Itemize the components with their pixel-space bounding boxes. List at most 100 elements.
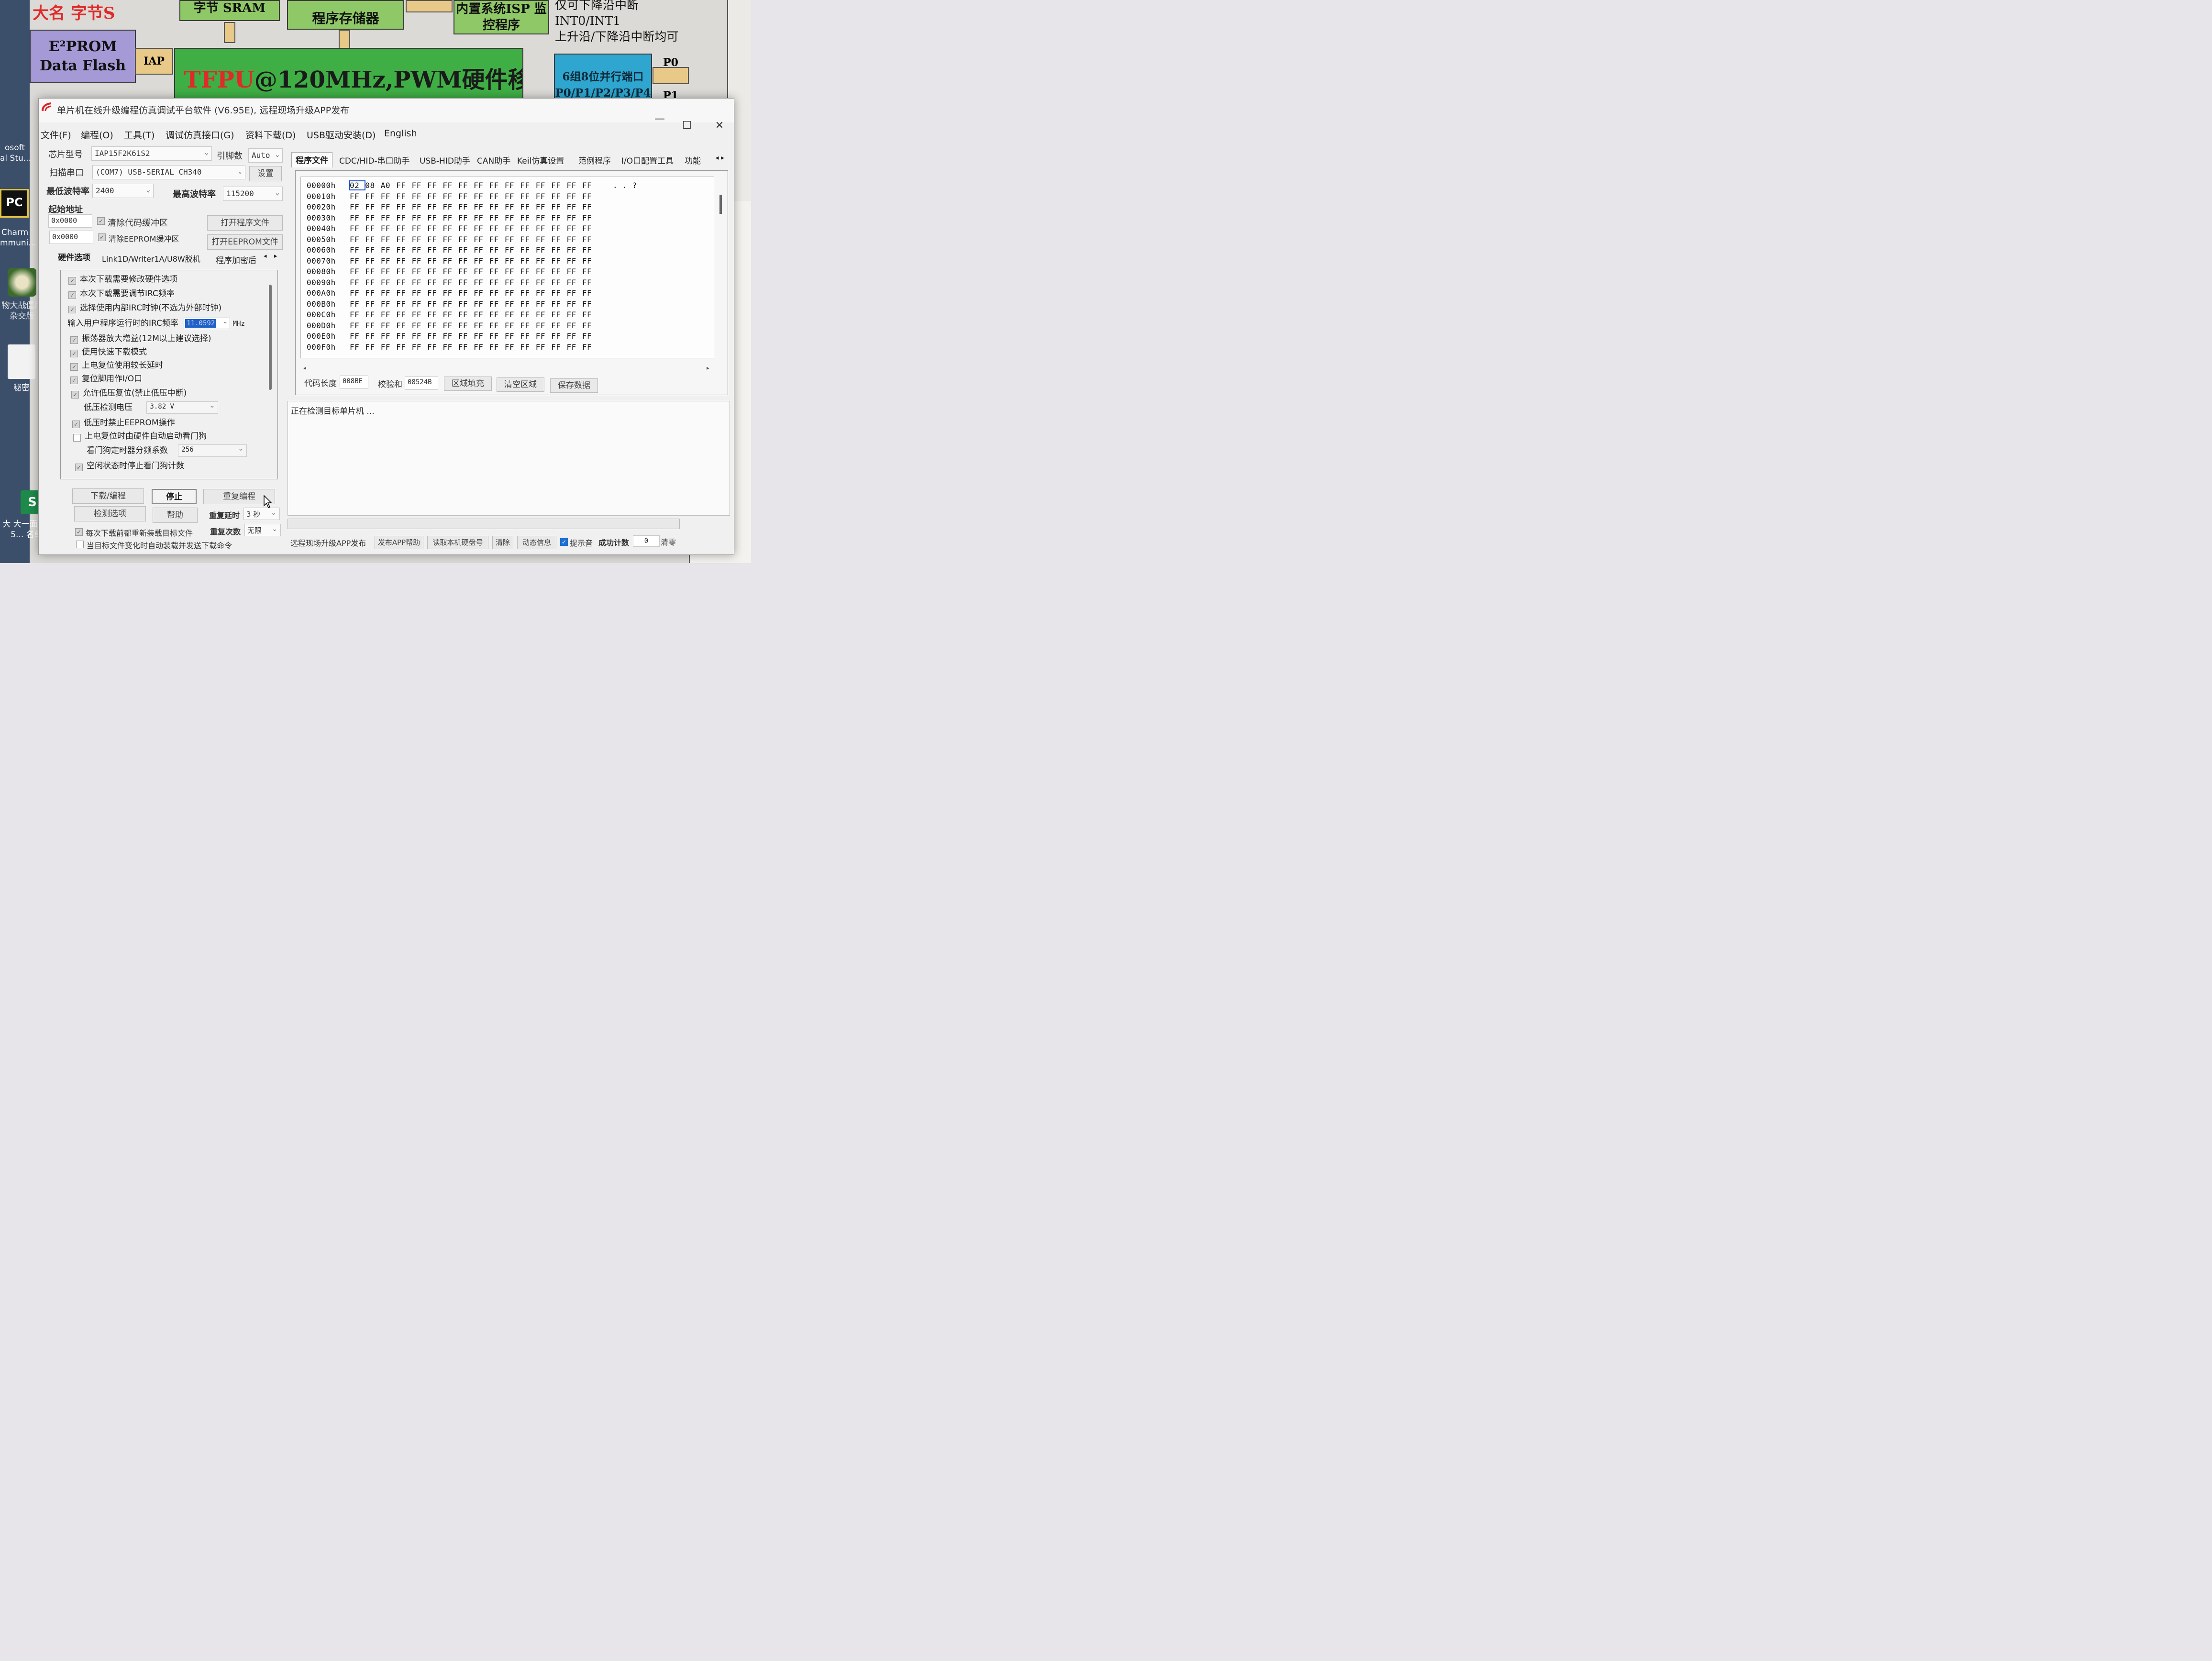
port-settings-button[interactable]: 设置 [249,166,282,181]
hex-byte[interactable]: FF [566,224,582,233]
hex-byte[interactable]: FF [536,278,551,287]
hex-byte[interactable]: FF [412,224,427,233]
hex-byte[interactable]: FF [505,245,520,255]
hex-byte[interactable]: 02 [349,180,366,190]
hex-byte[interactable]: FF [505,256,520,266]
hex-byte[interactable]: FF [350,332,365,341]
hex-editor[interactable]: 00000h 02 08 A0 FF FF FF FF FF FF FF FF FF FF FF FF FF. … [300,177,714,358]
tab-encryption[interactable]: 程序加密后 [216,254,256,266]
hex-byte[interactable]: FF [505,224,520,233]
hex-byte[interactable]: FF [489,235,505,244]
hex-byte[interactable]: FF [365,202,380,211]
hex-byte[interactable]: FF [566,213,582,222]
hex-byte[interactable]: FF [566,299,582,309]
max-baud-select[interactable]: 115200 ⌄ [223,187,283,201]
hex-byte[interactable]: FF [536,310,551,319]
menu-usb-driver[interactable]: USB驱动安装(D) [307,128,376,141]
hex-byte[interactable]: FF [474,202,489,211]
hex-byte[interactable]: FF [412,202,427,211]
hex-byte[interactable]: FF [489,245,505,255]
hex-byte[interactable]: FF [474,245,489,255]
hex-byte[interactable]: FF [396,332,411,341]
hex-byte[interactable]: FF [427,224,442,233]
hex-byte[interactable]: FF [350,278,365,287]
hex-byte[interactable]: FF [350,245,365,255]
hex-byte[interactable]: FF [520,192,535,201]
option-fast-download[interactable]: ✓ 使用快速下载模式 [70,345,147,357]
hex-byte[interactable]: FF [350,213,365,222]
hex-byte[interactable]: FF [412,213,427,222]
option-auto-watchdog[interactable]: ✓上电复位时由硬件自动启动看门狗 [73,429,207,442]
hex-byte[interactable]: FF [427,343,442,352]
hex-byte[interactable]: FF [474,181,489,190]
hex-byte[interactable]: FF [381,343,396,352]
hex-byte[interactable]: FF [474,332,489,341]
hex-byte[interactable]: FF [365,245,380,255]
hex-byte[interactable]: FF [458,235,474,244]
eeprom-address-input[interactable]: 0x0000 [49,231,93,244]
check-options-button[interactable]: 检测选项 [74,506,146,521]
hex-byte[interactable]: FF [474,278,489,287]
hex-byte[interactable]: FF [536,332,551,341]
hex-byte[interactable]: FF [458,343,474,352]
hex-byte[interactable]: FF [458,192,474,201]
hex-byte[interactable]: FF [551,213,566,222]
hex-byte[interactable]: FF [442,343,458,352]
tab-hardware-options[interactable]: 硬件选项 [58,251,90,263]
hex-byte[interactable]: FF [582,256,597,266]
hex-byte[interactable]: FF [566,202,582,211]
scroll-left-icon[interactable]: ◂ [303,365,306,371]
hex-byte[interactable]: FF [442,310,458,319]
hex-byte[interactable]: FF [458,288,474,298]
hex-byte[interactable]: FF [520,343,535,352]
hex-byte[interactable]: FF [566,278,582,287]
hex-byte[interactable]: FF [474,299,489,309]
hex-byte[interactable]: FF [505,299,520,309]
hex-byte[interactable]: FF [489,288,505,298]
hex-byte[interactable]: FF [442,224,458,233]
repeat-count-select[interactable]: 无限 ⌄ [244,524,281,536]
hex-byte[interactable]: FF [365,267,380,276]
hex-byte[interactable]: FF [442,267,458,276]
tab-scroll-right-icon[interactable]: ▸ [274,253,277,260]
open-eeprom-button[interactable]: 打开EEPROM文件 [207,234,283,250]
menu-file[interactable]: 文件(F) [41,128,71,141]
hex-byte[interactable]: FF [505,343,520,352]
option-reset-pin-io[interactable]: ✓ 复位脚用作I/O口 [70,372,142,384]
hex-byte[interactable]: FF [350,343,365,352]
hex-byte[interactable]: FF [442,288,458,298]
hex-byte[interactable]: FF [458,267,474,276]
hex-byte[interactable]: FF [458,181,474,190]
hex-byte[interactable]: FF [427,288,442,298]
hex-byte[interactable]: FF [381,256,396,266]
hex-byte[interactable]: FF [350,267,365,276]
min-baud-select[interactable]: 2400 ⌄ [92,184,154,198]
option-idle-stop-watchdog[interactable]: ✓ 空闲状态时停止看门狗计数 [75,459,184,471]
hex-byte[interactable]: FF [582,321,597,330]
tab-examples[interactable]: 范例程序 [578,154,611,166]
hex-byte[interactable]: FF [536,321,551,330]
tab-functions[interactable]: 功能 [685,154,701,166]
open-program-button[interactable]: 打开程序文件 [207,215,283,231]
tab-scroll-arrows[interactable]: ◂ ▸ [715,154,724,162]
hex-byte[interactable]: FF [458,310,474,319]
hex-byte[interactable]: FF [551,224,566,233]
hex-byte[interactable]: FF [396,245,411,255]
hex-byte[interactable]: FF [520,181,535,190]
checkbox[interactable]: ✓ [70,336,78,344]
hex-byte[interactable]: FF [489,213,505,222]
hex-byte[interactable]: FF [520,267,535,276]
hex-byte[interactable]: FF [412,181,427,190]
hex-byte[interactable]: FF [520,213,535,222]
checkbox[interactable]: ✓ [72,421,80,428]
hex-byte[interactable]: FF [520,332,535,341]
hex-byte[interactable]: FF [381,321,396,330]
lvd-select[interactable]: 3.82 V ⌄ [146,401,219,414]
hex-byte[interactable]: FF [551,321,566,330]
hex-byte[interactable]: FF [551,202,566,211]
hex-byte[interactable]: FF [442,202,458,211]
hex-byte[interactable]: A0 [381,181,396,190]
hex-byte[interactable]: FF [551,332,566,341]
hex-byte[interactable]: FF [489,181,505,190]
hex-byte[interactable]: FF [505,288,520,298]
